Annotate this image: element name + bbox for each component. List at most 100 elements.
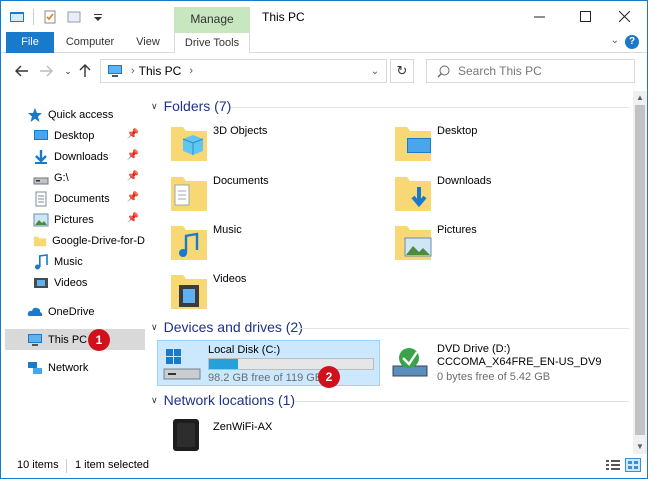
pin-icon: 📌: [126, 129, 139, 140]
nav-label: Network: [48, 361, 89, 374]
breadcrumb-separator-icon: ›: [131, 65, 135, 77]
desktop-icon: [395, 127, 431, 161]
address-dropdown-icon[interactable]: ⌄: [364, 60, 386, 82]
back-arrow-icon: [15, 65, 28, 77]
status-separator: [66, 459, 67, 473]
nav-label: Pictures: [54, 213, 94, 226]
star-icon: [28, 107, 42, 122]
group-title: Devices and drives (2): [163, 319, 303, 335]
folder-icon: [33, 236, 47, 246]
customize-toolbar-icon[interactable]: [90, 9, 106, 25]
desktop-icon: [34, 129, 48, 140]
drive-usage-fill: [209, 359, 238, 369]
drive-icon: [33, 177, 49, 184]
forward-button[interactable]: [36, 61, 56, 81]
nav-onedrive[interactable]: OneDrive: [27, 301, 145, 322]
nav-item-g-drive[interactable]: G:\ 📌: [33, 167, 145, 188]
details-view-icon[interactable]: [605, 458, 621, 472]
refresh-button[interactable]: ↻: [390, 59, 414, 83]
folder-3d-objects[interactable]: 3D Objects: [169, 121, 389, 167]
folder-name: 3D Objects: [213, 125, 268, 137]
file-explorer-window: Manage This PC File Computer View Drive …: [0, 0, 648, 479]
documents-icon: [35, 191, 47, 206]
collapse-ribbon-icon[interactable]: ⌄: [611, 35, 619, 46]
chevron-down-icon: ∨: [151, 321, 158, 332]
nav-item-pictures[interactable]: Pictures 📌: [33, 209, 145, 230]
nav-item-downloads[interactable]: Downloads 📌: [33, 146, 145, 167]
videos-icon: [34, 277, 48, 288]
large-icons-view-icon[interactable]: [625, 458, 641, 472]
up-arrow-icon: [79, 64, 91, 77]
group-divider: [295, 401, 629, 402]
scroll-down-icon[interactable]: ▼: [633, 440, 647, 454]
folder-pictures[interactable]: Pictures: [393, 220, 613, 266]
drive-usage-bar: [208, 358, 374, 370]
folder-documents[interactable]: Documents: [169, 171, 389, 217]
tab-file[interactable]: File: [6, 32, 54, 53]
drive-free-space: 98.2 GB free of 119 GB: [208, 372, 323, 384]
folder-name: Pictures: [437, 224, 477, 236]
folder-music[interactable]: Music: [169, 220, 389, 266]
nav-item-desktop[interactable]: Desktop 📌: [33, 125, 145, 146]
drive-volume-label: CCCOMA_X64FRE_EN-US_DV9: [437, 356, 602, 368]
scroll-up-icon[interactable]: ▲: [633, 91, 647, 105]
up-button[interactable]: [75, 61, 95, 81]
drive-dvd-d[interactable]: DVD Drive (D:) CCCOMA_X64FRE_EN-US_DV9 0…: [387, 340, 627, 386]
status-selection: 1 item selected: [75, 459, 149, 471]
nav-this-pc[interactable]: This PC: [5, 329, 145, 350]
minimize-button[interactable]: [516, 1, 562, 32]
nav-network[interactable]: Network: [27, 357, 145, 378]
vertical-scrollbar[interactable]: ▲ ▼: [633, 91, 647, 454]
maximize-icon: [579, 11, 591, 22]
3d-objects-icon: [171, 127, 207, 161]
minimize-icon: [533, 16, 545, 18]
group-divider: [297, 328, 629, 329]
tab-computer[interactable]: Computer: [59, 32, 121, 53]
group-header-network[interactable]: ∨ Network locations (1): [151, 392, 295, 408]
search-icon: [437, 65, 450, 77]
nav-item-google-drive[interactable]: Google-Drive-for-D: [33, 230, 145, 251]
forward-arrow-icon: [40, 65, 53, 77]
drive-free-space: 0 bytes free of 5.42 GB: [437, 371, 551, 383]
window-title: This PC: [262, 10, 305, 24]
title-bar: Manage This PC: [1, 1, 647, 32]
downloads-icon: [35, 149, 47, 164]
drive-local-disk-c[interactable]: Local Disk (C:) 98.2 GB free of 119 GB: [157, 340, 380, 386]
folder-desktop[interactable]: Desktop: [393, 121, 613, 167]
help-icon[interactable]: ?: [625, 35, 639, 49]
group-header-folders[interactable]: ∨ Folders (7): [151, 98, 231, 114]
music-icon: [171, 226, 207, 260]
nav-label: Downloads: [54, 150, 109, 163]
chevron-down-icon: ∨: [151, 394, 158, 405]
breadcrumb-separator-icon: ›: [189, 65, 194, 77]
new-folder-icon[interactable]: [66, 9, 82, 25]
close-icon: [618, 11, 630, 22]
step-badge: 2: [318, 366, 340, 388]
chevron-down-icon: ∨: [151, 100, 158, 111]
back-button[interactable]: [12, 61, 32, 81]
nav-label: OneDrive: [48, 305, 95, 318]
breadcrumb-this-pc[interactable]: This PC: [139, 64, 182, 78]
status-bar: 10 items 1 item selected: [1, 454, 647, 478]
folder-downloads[interactable]: Downloads: [393, 171, 613, 217]
nav-label: Google-Drive-for-D: [52, 234, 145, 247]
close-button[interactable]: [601, 1, 647, 32]
nav-item-music[interactable]: Music: [33, 251, 145, 272]
group-header-devices[interactable]: ∨ Devices and drives (2): [151, 319, 303, 335]
nav-item-documents[interactable]: Documents 📌: [33, 188, 145, 209]
pin-icon: 📌: [126, 171, 139, 182]
properties-icon[interactable]: [42, 9, 58, 25]
music-icon: [35, 253, 48, 269]
address-bar[interactable]: › This PC › ⌄: [100, 59, 387, 83]
folder-name: Videos: [213, 273, 247, 285]
folder-videos[interactable]: Videos: [169, 269, 389, 315]
tab-view[interactable]: View: [127, 32, 169, 53]
group-title: Network locations (1): [163, 392, 296, 408]
manage-contextual-tab[interactable]: Manage: [174, 7, 250, 32]
drive-name: Local Disk (C:): [208, 344, 281, 356]
scrollbar-thumb[interactable]: [635, 105, 645, 435]
nav-item-videos[interactable]: Videos: [33, 272, 145, 293]
windows-drive-icon: [163, 349, 201, 380]
nav-label: Music: [54, 255, 83, 268]
search-input[interactable]: Search This PC: [426, 59, 635, 83]
